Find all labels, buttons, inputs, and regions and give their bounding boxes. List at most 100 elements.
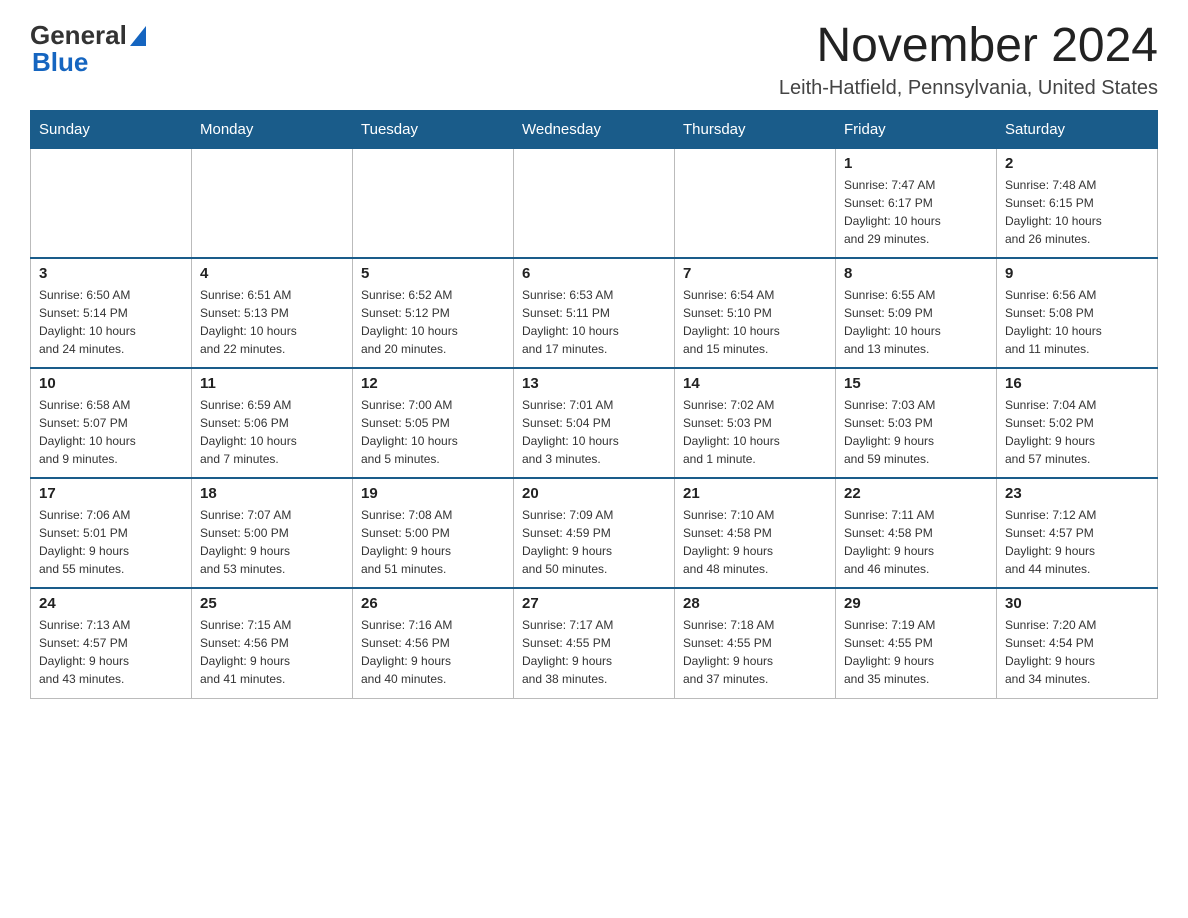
day-number-14: 14 <box>683 375 827 392</box>
calendar-cell-w3-d6: 16 Sunrise: 7:04 AM Sunset: 5:02 PM Dayli… <box>997 368 1158 478</box>
col-monday: Monday <box>192 110 353 148</box>
day-info-3: Sunrise: 6:50 AM Sunset: 5:14 PM Dayligh… <box>39 286 183 358</box>
day-number-25: 25 <box>200 595 344 612</box>
col-saturday: Saturday <box>997 110 1158 148</box>
calendar-cell-w5-d2: 26 Sunrise: 7:16 AM Sunset: 4:56 PM Dayli… <box>353 588 514 698</box>
day-number-27: 27 <box>522 595 666 612</box>
calendar-cell-w4-d0: 17 Sunrise: 7:06 AM Sunset: 5:01 PM Dayli… <box>31 478 192 588</box>
calendar-cell-w1-d0 <box>31 148 192 258</box>
calendar-cell-w3-d3: 13 Sunrise: 7:01 AM Sunset: 5:04 PM Dayli… <box>514 368 675 478</box>
logo-arrow-icon <box>130 26 146 46</box>
calendar-header-row: Sunday Monday Tuesday Wednesday Thursday… <box>31 110 1158 148</box>
day-info-18: Sunrise: 7:07 AM Sunset: 5:00 PM Dayligh… <box>200 506 344 578</box>
day-info-21: Sunrise: 7:10 AM Sunset: 4:58 PM Dayligh… <box>683 506 827 578</box>
calendar-cell-w5-d5: 29 Sunrise: 7:19 AM Sunset: 4:55 PM Dayli… <box>836 588 997 698</box>
calendar-cell-w5-d4: 28Sunrise: 7:18 AM Sunset: 4:55 PM Dayli… <box>675 588 836 698</box>
location-subtitle: Leith-Hatfield, Pennsylvania, United Sta… <box>779 77 1158 100</box>
day-number-3: 3 <box>39 265 183 282</box>
day-number-18: 18 <box>200 485 344 502</box>
day-info-12: Sunrise: 7:00 AM Sunset: 5:05 PM Dayligh… <box>361 396 505 468</box>
day-number-10: 10 <box>39 375 183 392</box>
calendar-cell-w2-d6: 9 Sunrise: 6:56 AM Sunset: 5:08 PM Daylig… <box>997 258 1158 368</box>
day-number-21: 21 <box>683 485 827 502</box>
calendar-week-4: 17 Sunrise: 7:06 AM Sunset: 5:01 PM Dayli… <box>31 478 1158 588</box>
calendar-cell-w5-d3: 27 Sunrise: 7:17 AM Sunset: 4:55 PM Dayli… <box>514 588 675 698</box>
day-info-10: Sunrise: 6:58 AM Sunset: 5:07 PM Dayligh… <box>39 396 183 468</box>
calendar-cell-w4-d5: 22Sunrise: 7:11 AM Sunset: 4:58 PM Dayli… <box>836 478 997 588</box>
calendar-cell-w3-d2: 12 Sunrise: 7:00 AM Sunset: 5:05 PM Dayli… <box>353 368 514 478</box>
day-number-17: 17 <box>39 485 183 502</box>
day-number-26: 26 <box>361 595 505 612</box>
day-number-20: 20 <box>522 485 666 502</box>
day-info-27: Sunrise: 7:17 AM Sunset: 4:55 PM Dayligh… <box>522 616 666 688</box>
calendar-cell-w5-d1: 25 Sunrise: 7:15 AM Sunset: 4:56 PM Dayli… <box>192 588 353 698</box>
calendar-cell-w2-d3: 6Sunrise: 6:53 AM Sunset: 5:11 PM Daylig… <box>514 258 675 368</box>
day-info-8: Sunrise: 6:55 AM Sunset: 5:09 PM Dayligh… <box>844 286 988 358</box>
day-info-29: Sunrise: 7:19 AM Sunset: 4:55 PM Dayligh… <box>844 616 988 688</box>
calendar-cell-w4-d3: 20Sunrise: 7:09 AM Sunset: 4:59 PM Dayli… <box>514 478 675 588</box>
day-number-9: 9 <box>1005 265 1149 282</box>
day-number-7: 7 <box>683 265 827 282</box>
month-title: November 2024 <box>779 20 1158 73</box>
day-info-4: Sunrise: 6:51 AM Sunset: 5:13 PM Dayligh… <box>200 286 344 358</box>
calendar-week-2: 3 Sunrise: 6:50 AM Sunset: 5:14 PM Daylig… <box>31 258 1158 368</box>
day-info-7: Sunrise: 6:54 AM Sunset: 5:10 PM Dayligh… <box>683 286 827 358</box>
calendar-cell-w5-d0: 24Sunrise: 7:13 AM Sunset: 4:57 PM Dayli… <box>31 588 192 698</box>
day-info-1: Sunrise: 7:47 AM Sunset: 6:17 PM Dayligh… <box>844 176 988 248</box>
day-info-16: Sunrise: 7:04 AM Sunset: 5:02 PM Dayligh… <box>1005 396 1149 468</box>
day-info-2: Sunrise: 7:48 AM Sunset: 6:15 PM Dayligh… <box>1005 176 1149 248</box>
col-thursday: Thursday <box>675 110 836 148</box>
day-info-26: Sunrise: 7:16 AM Sunset: 4:56 PM Dayligh… <box>361 616 505 688</box>
logo-blue-text: Blue <box>32 47 88 78</box>
page-header: General Blue November 2024 Leith-Hatfiel… <box>30 20 1158 100</box>
calendar-cell-w1-d5: 1 Sunrise: 7:47 AM Sunset: 6:17 PM Daylig… <box>836 148 997 258</box>
day-info-5: Sunrise: 6:52 AM Sunset: 5:12 PM Dayligh… <box>361 286 505 358</box>
calendar-cell-w3-d5: 15Sunrise: 7:03 AM Sunset: 5:03 PM Dayli… <box>836 368 997 478</box>
day-number-23: 23 <box>1005 485 1149 502</box>
day-number-11: 11 <box>200 375 344 392</box>
day-info-9: Sunrise: 6:56 AM Sunset: 5:08 PM Dayligh… <box>1005 286 1149 358</box>
day-number-8: 8 <box>844 265 988 282</box>
day-number-29: 29 <box>844 595 988 612</box>
day-info-25: Sunrise: 7:15 AM Sunset: 4:56 PM Dayligh… <box>200 616 344 688</box>
calendar-cell-w1-d3 <box>514 148 675 258</box>
day-info-24: Sunrise: 7:13 AM Sunset: 4:57 PM Dayligh… <box>39 616 183 688</box>
calendar-cell-w2-d2: 5 Sunrise: 6:52 AM Sunset: 5:12 PM Daylig… <box>353 258 514 368</box>
calendar-cell-w1-d1 <box>192 148 353 258</box>
calendar-cell-w2-d4: 7 Sunrise: 6:54 AM Sunset: 5:10 PM Daylig… <box>675 258 836 368</box>
col-tuesday: Tuesday <box>353 110 514 148</box>
calendar-week-1: 1 Sunrise: 7:47 AM Sunset: 6:17 PM Daylig… <box>31 148 1158 258</box>
calendar-cell-w2-d0: 3 Sunrise: 6:50 AM Sunset: 5:14 PM Daylig… <box>31 258 192 368</box>
col-friday: Friday <box>836 110 997 148</box>
day-number-1: 1 <box>844 155 988 172</box>
calendar-cell-w1-d2 <box>353 148 514 258</box>
day-number-5: 5 <box>361 265 505 282</box>
day-info-19: Sunrise: 7:08 AM Sunset: 5:00 PM Dayligh… <box>361 506 505 578</box>
calendar-cell-w3-d0: 10 Sunrise: 6:58 AM Sunset: 5:07 PM Dayli… <box>31 368 192 478</box>
calendar-cell-w3-d4: 14 Sunrise: 7:02 AM Sunset: 5:03 PM Dayli… <box>675 368 836 478</box>
day-number-15: 15 <box>844 375 988 392</box>
calendar-week-5: 24Sunrise: 7:13 AM Sunset: 4:57 PM Dayli… <box>31 588 1158 698</box>
day-info-23: Sunrise: 7:12 AM Sunset: 4:57 PM Dayligh… <box>1005 506 1149 578</box>
calendar-cell-w2-d5: 8 Sunrise: 6:55 AM Sunset: 5:09 PM Daylig… <box>836 258 997 368</box>
day-info-22: Sunrise: 7:11 AM Sunset: 4:58 PM Dayligh… <box>844 506 988 578</box>
title-section: November 2024 Leith-Hatfield, Pennsylvan… <box>779 20 1158 100</box>
day-info-28: Sunrise: 7:18 AM Sunset: 4:55 PM Dayligh… <box>683 616 827 688</box>
day-number-16: 16 <box>1005 375 1149 392</box>
day-info-6: Sunrise: 6:53 AM Sunset: 5:11 PM Dayligh… <box>522 286 666 358</box>
day-number-12: 12 <box>361 375 505 392</box>
col-wednesday: Wednesday <box>514 110 675 148</box>
day-number-2: 2 <box>1005 155 1149 172</box>
calendar-table: Sunday Monday Tuesday Wednesday Thursday… <box>30 110 1158 699</box>
day-number-4: 4 <box>200 265 344 282</box>
day-number-13: 13 <box>522 375 666 392</box>
calendar-cell-w5-d6: 30Sunrise: 7:20 AM Sunset: 4:54 PM Dayli… <box>997 588 1158 698</box>
day-info-13: Sunrise: 7:01 AM Sunset: 5:04 PM Dayligh… <box>522 396 666 468</box>
calendar-cell-w2-d1: 4 Sunrise: 6:51 AM Sunset: 5:13 PM Daylig… <box>192 258 353 368</box>
calendar-cell-w4-d2: 19Sunrise: 7:08 AM Sunset: 5:00 PM Dayli… <box>353 478 514 588</box>
calendar-cell-w4-d4: 21 Sunrise: 7:10 AM Sunset: 4:58 PM Dayli… <box>675 478 836 588</box>
calendar-cell-w1-d6: 2 Sunrise: 7:48 AM Sunset: 6:15 PM Daylig… <box>997 148 1158 258</box>
day-info-14: Sunrise: 7:02 AM Sunset: 5:03 PM Dayligh… <box>683 396 827 468</box>
calendar-cell-w3-d1: 11Sunrise: 6:59 AM Sunset: 5:06 PM Dayli… <box>192 368 353 478</box>
day-info-17: Sunrise: 7:06 AM Sunset: 5:01 PM Dayligh… <box>39 506 183 578</box>
